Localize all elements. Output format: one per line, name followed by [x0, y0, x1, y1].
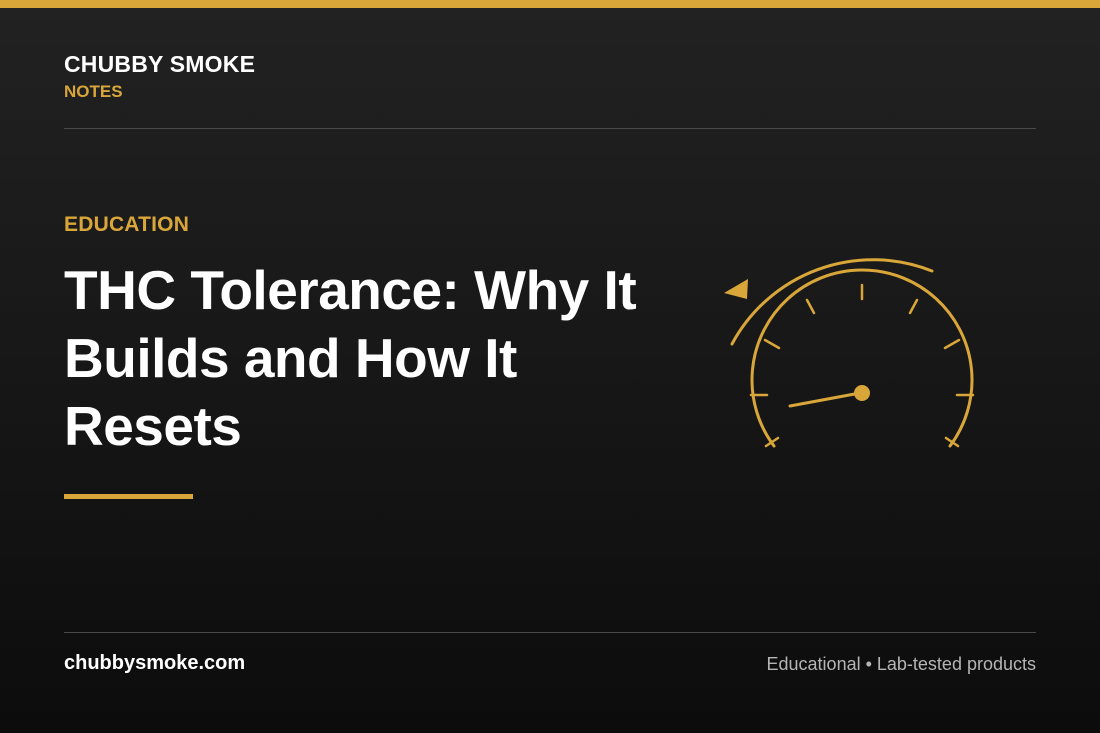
gauge-hub [854, 385, 870, 401]
article-title: THC Tolerance: Why It Builds and How It … [64, 259, 637, 457]
counterclockwise-arrow-icon [724, 279, 748, 299]
header-divider [64, 128, 1036, 129]
speedometer-gauge-icon [724, 258, 975, 448]
brand-name: CHUBBY SMOKE [64, 51, 256, 77]
gauge-needle [788, 391, 862, 408]
brand-block: CHUBBY SMOKE NOTES [64, 50, 255, 103]
brand-subtitle: NOTES [64, 82, 123, 101]
top-accent-bar [0, 0, 1100, 8]
category-label: EDUCATION [64, 213, 190, 236]
footer-divider [64, 632, 1036, 633]
site-url: chubbysmoke.com [64, 652, 246, 674]
title-underline [64, 494, 193, 499]
gauge-ticks [749, 283, 975, 448]
footer-tagline: Educational • Lab-tested products [766, 654, 1036, 674]
banner: CHUBBY SMOKE NOTES EDUCATION THC Toleran… [0, 0, 1100, 733]
